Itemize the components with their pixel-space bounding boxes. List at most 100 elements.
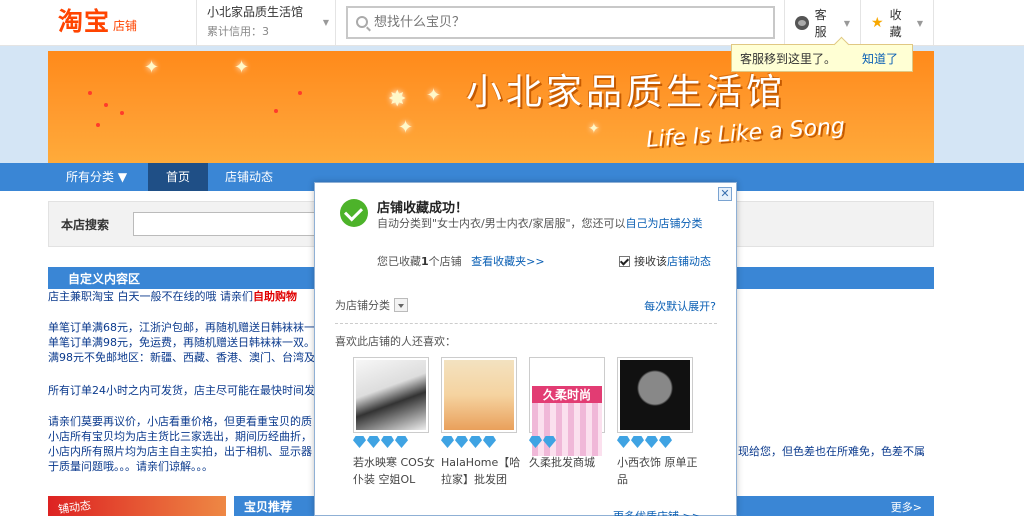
shop-name-link[interactable]: HalaHome【哈拉家】批发团 [441,454,523,488]
banner-subtitle: Life Is Like a Song [645,114,846,153]
shop-name-link[interactable]: 若水映寒 COS女仆装 空姐OL [353,454,435,488]
recommended-shop[interactable]: 若水映寒 COS女仆装 空姐OL [353,357,435,488]
shop-thumbnail[interactable]: 久柔时尚 [529,357,605,456]
tip-dismiss-link[interactable]: 知道了 [862,50,898,67]
decor-dot [120,111,124,115]
divider [335,323,717,324]
decor-dot [274,109,278,113]
nav-home[interactable]: 首页 [148,163,208,191]
diamond-icon [529,436,542,448]
customer-service-button[interactable]: 客服 ▼ [784,0,860,46]
shop-name: 小北家品质生活馆 [207,5,304,19]
sparkle-icon: ✸ [388,87,407,112]
count-suffix: 个店铺 [428,255,462,268]
custom-line-text: 店主兼职淘宝 白天一般不在线的哦 请亲们 [48,290,253,303]
diamond-icon [353,436,366,448]
shop-search-input[interactable] [133,212,323,236]
recommend-more-link[interactable]: 更多> [891,499,922,515]
chevron-down-icon: ▼ [916,18,923,28]
chevron-down-icon: ▼ [322,18,329,27]
sparkle-icon: ✦ [398,117,414,138]
star-icon: ★ [871,15,884,31]
logo-subtitle: 店铺 [113,19,138,33]
custom-line: 单笔订单满68元，江浙沪包邮，再随机赠送日韩袜袜一 [48,321,315,334]
shop-thumbnail[interactable] [441,357,517,433]
receive-dynamics-checkbox[interactable]: 接收该 店铺动态 [619,253,711,269]
top-header: 淘宝 店铺 小北家品质生活馆 累计信用：3 ▼ 客服 ▼ ★ 收藏 ▼ [0,0,1024,46]
credit-diamonds [529,436,609,450]
more-shops-link[interactable]: 更多优质店铺 >> [613,508,701,516]
search-box [346,6,775,39]
decor-dot [104,103,108,107]
shop-search-label: 本店搜索 [61,218,110,232]
diamond-icon [483,436,496,448]
promo-image[interactable]: 铺动态 [48,496,226,516]
diamond-icon [381,436,394,448]
diamond-icon [645,436,658,448]
receive-label: 接收该 [634,255,667,268]
sparkle-icon: ✦ [426,85,442,106]
shop-dynamics-link[interactable]: 店铺动态 [667,253,711,269]
diamond-icon [469,436,482,448]
recommended-shop[interactable]: 小西衣饰 原单正品 [617,357,699,488]
dialog-description: 自动分类到"女士内衣/男士内衣/家居服"，您还可以自己为店铺分类 [377,215,717,233]
custom-section-title: 自定义内容区 [68,272,141,286]
search-input[interactable] [348,8,773,37]
shop-name-link[interactable]: 久柔批发商城 [529,454,611,471]
thumbnail-text: 久柔时尚 [532,386,602,403]
custom-line: 现给您，但色差也在所难免，色差不属 [738,445,925,458]
favorite-count: 您已收藏1个店铺 查看收藏夹>> [377,253,545,269]
nav-shop-dynamics[interactable]: 店铺动态 [208,163,290,191]
close-icon[interactable]: ✕ [718,187,732,201]
shop-name-link[interactable]: 小西衣饰 原单正品 [617,454,699,488]
credit-diamonds [617,436,697,450]
count-prefix: 您已收藏 [377,255,421,268]
nav-all-categories[interactable]: 所有分类 ▼ [48,163,148,191]
shop-credit: 累计信用：3 [207,25,269,38]
shop-thumbnail[interactable] [617,357,693,433]
also-like-title: 喜欢此店铺的人还喜欢： [335,335,456,348]
custom-line: 单笔订单满98元，免运费，再随机赠送日韩袜袜一双。 [48,336,315,349]
search-icon [356,16,368,28]
service-icon [795,16,809,30]
expand-default-link[interactable]: 每次默认展开? [644,298,716,314]
favorite-button[interactable]: ★ 收藏 ▼ [860,0,934,46]
category-label: 为店铺分类 [335,299,390,312]
shop-info-dropdown[interactable]: 小北家品质生活馆 累计信用：3 ▼ [196,0,336,46]
sparkle-icon: ✦ [234,57,250,78]
checkbox-checked-icon[interactable] [619,255,630,267]
self-service-text: 自助购物 [253,290,297,303]
diamond-icon [543,436,556,448]
recommended-shop[interactable]: 久柔时尚 久柔批发商城 [529,357,609,471]
decor-dot [96,123,100,127]
recommend-title: 宝贝推荐 [244,500,293,514]
service-label: 客服 [814,8,827,39]
sparkle-icon: ✦ [588,121,600,137]
view-favorites-link[interactable]: 查看收藏夹>> [471,255,544,268]
recommended-shop[interactable]: HalaHome【哈拉家】批发团 [441,357,521,488]
decor-dot [298,91,302,95]
self-categorize-link[interactable]: 自己为店铺分类 [626,217,703,230]
diamond-icon [659,436,672,448]
favorite-success-dialog: ✕ 店铺收藏成功！ 自动分类到"女士内衣/男士内衣/家居服"，您还可以自己为店铺… [314,182,737,516]
dropdown-arrow-icon[interactable] [394,298,408,312]
shop-thumbnail[interactable] [353,357,429,433]
diamond-icon [367,436,380,448]
dialog-title: 店铺收藏成功！ [377,201,469,216]
taobao-logo[interactable]: 淘宝 店铺 [58,8,137,36]
diamond-icon [395,436,408,448]
diamond-icon [441,436,454,448]
credit-diamonds [353,436,433,450]
category-selector[interactable]: 为店铺分类 [335,297,408,313]
credit-diamonds [441,436,521,450]
diamond-icon [455,436,468,448]
service-tip: 客服移到这里了。 知道了 [731,44,913,72]
diamond-icon [617,436,630,448]
decor-dot [88,91,92,95]
tip-text: 客服移到这里了。 [740,51,837,66]
custom-line: 小店所有宝贝均为店主货比三家选出，期间历经曲折， [48,430,312,443]
favorite-label: 收藏 [889,8,902,39]
custom-line: 小店内所有照片均为店主自主实拍，出于相机、显示器 [48,445,312,458]
custom-line: 所有订单24小时之内可发货，店主尽可能在最快时间发 [48,384,315,397]
success-check-icon [340,199,368,227]
